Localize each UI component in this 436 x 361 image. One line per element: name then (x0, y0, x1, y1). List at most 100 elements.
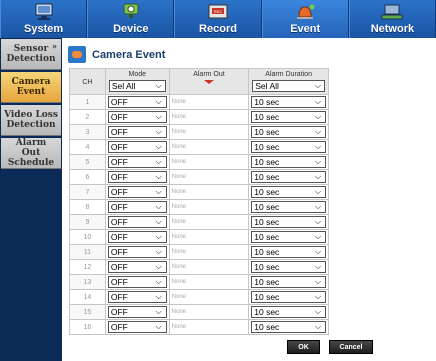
duration-select[interactable]: 10 sec ⌵ (251, 186, 326, 198)
alarm-out-cell[interactable]: None (168, 274, 250, 290)
mode-select[interactable]: OFF ⌵ (107, 246, 167, 258)
duration-select[interactable]: 10 sec ⌵ (251, 156, 326, 168)
channel-number: 5 (69, 154, 106, 170)
table-row: 16 OFF ⌵ None 10 sec ⌵ (69, 319, 329, 335)
mode-select-all[interactable]: Sel All ⌵ (108, 80, 166, 92)
duration-select[interactable]: 10 sec ⌵ (251, 216, 326, 228)
column-header-mode: Mode Sel All ⌵ (104, 68, 170, 95)
alarm-out-cell[interactable]: None (168, 184, 250, 200)
duration-value: 10 sec (254, 157, 280, 167)
alarm-out-cell[interactable]: None (168, 229, 250, 245)
channel-number: 2 (69, 109, 106, 125)
tab-event[interactable]: Event (261, 0, 349, 38)
chevron-down-icon: ⌵ (155, 127, 162, 136)
sidebar-item-video-loss-detection[interactable]: Video Loss Detection (1, 105, 61, 136)
alarm-out-cell[interactable]: None (168, 304, 250, 320)
chevron-down-icon: ⌵ (314, 81, 322, 90)
mode-select[interactable]: OFF ⌵ (107, 156, 167, 168)
mode-value: OFF (110, 187, 128, 197)
chevron-down-icon: ⌵ (315, 142, 322, 151)
mode-select[interactable]: OFF ⌵ (107, 306, 167, 318)
mode-select[interactable]: OFF ⌵ (107, 231, 167, 243)
duration-select[interactable]: 10 sec ⌵ (251, 171, 326, 183)
mode-select[interactable]: OFF ⌵ (107, 96, 167, 108)
sidebar-item-label: Video Loss Detection (4, 110, 58, 130)
duration-select[interactable]: 10 sec ⌵ (251, 126, 326, 138)
chevron-down-icon: ⌵ (315, 97, 322, 106)
channel-number: 3 (69, 124, 106, 140)
sidebar-item-label: Alarm Out Schedule (7, 138, 55, 168)
duration-select[interactable]: 10 sec ⌵ (251, 231, 326, 243)
duration-select[interactable]: 10 sec ⌵ (251, 276, 326, 288)
chevron-down-icon: ⌵ (155, 322, 162, 331)
mode-select[interactable]: OFF ⌵ (107, 171, 167, 183)
duration-select[interactable]: 10 sec ⌵ (251, 321, 326, 333)
mode-select[interactable]: OFF ⌵ (107, 126, 167, 138)
tab-record[interactable]: REC Record (174, 0, 262, 38)
mode-header-label: Mode (128, 71, 146, 78)
collapse-icon[interactable]: » (52, 41, 57, 51)
table-row: 10 OFF ⌵ None 10 sec ⌵ (69, 229, 329, 245)
duration-select[interactable]: 10 sec ⌵ (251, 306, 326, 318)
alarm-out-cell[interactable]: None (168, 124, 250, 140)
ok-button[interactable]: OK (287, 340, 320, 354)
mode-value: OFF (110, 307, 128, 317)
chevron-down-icon: ⌵ (315, 157, 322, 166)
alarm-out-cell[interactable]: None (168, 169, 250, 185)
alarm-out-cell[interactable]: None (168, 289, 250, 305)
sidebar-item-alarm-out-schedule[interactable]: Alarm Out Schedule (1, 138, 61, 169)
duration-select-all[interactable]: Sel All ⌵ (252, 80, 325, 92)
ch-header-label: CH (82, 79, 93, 86)
duration-select[interactable]: 10 sec ⌵ (251, 141, 326, 153)
sidebar-item-camera-event[interactable]: Camera Event (1, 72, 61, 103)
table-row: 2 OFF ⌵ None 10 sec ⌵ (69, 109, 329, 125)
alarm-out-dropdown-icon[interactable] (203, 80, 214, 84)
alarm-out-cell[interactable]: None (168, 109, 250, 125)
duration-select[interactable]: 10 sec ⌵ (251, 246, 326, 258)
tab-system[interactable]: System (0, 0, 88, 38)
duration-cell: 10 sec ⌵ (248, 274, 329, 290)
alarm-out-cell[interactable]: None (168, 259, 250, 275)
tab-network[interactable]: Network (348, 0, 436, 38)
duration-select[interactable]: 10 sec ⌵ (251, 261, 326, 273)
duration-value: 10 sec (254, 262, 280, 272)
mode-select[interactable]: OFF ⌵ (107, 291, 167, 303)
duration-select[interactable]: 10 sec ⌵ (251, 111, 326, 123)
mode-value: OFF (110, 232, 128, 242)
table-row: 13 OFF ⌵ None 10 sec ⌵ (69, 274, 329, 290)
duration-cell: 10 sec ⌵ (248, 139, 329, 155)
mode-select[interactable]: OFF ⌵ (107, 216, 167, 228)
alarm-out-cell[interactable]: None (168, 139, 250, 155)
channel-number: 14 (69, 289, 106, 305)
mode-value: OFF (110, 202, 128, 212)
duration-select[interactable]: 10 sec ⌵ (251, 201, 326, 213)
duration-cell: 10 sec ⌵ (248, 109, 329, 125)
mode-cell: OFF ⌵ (104, 184, 170, 200)
chevron-down-icon: ⌵ (315, 247, 322, 256)
sidebar-item-sensor-detection[interactable]: Sensor Detection » (1, 39, 61, 70)
mode-cell: OFF ⌵ (104, 259, 170, 275)
mode-value: OFF (110, 157, 128, 167)
duration-select[interactable]: 10 sec ⌵ (251, 96, 326, 108)
alarm-out-cell[interactable]: None (168, 94, 250, 110)
mode-select[interactable]: OFF ⌵ (107, 111, 167, 123)
alarm-out-cell[interactable]: None (168, 154, 250, 170)
mode-select[interactable]: OFF ⌵ (107, 186, 167, 198)
mode-select[interactable]: OFF ⌵ (107, 276, 167, 288)
cancel-button[interactable]: Cancel (329, 340, 373, 354)
mode-select[interactable]: OFF ⌵ (107, 201, 167, 213)
mode-value: OFF (110, 262, 128, 272)
alarm-out-cell[interactable]: None (168, 199, 250, 215)
chevron-down-icon: ⌵ (155, 142, 162, 151)
mode-select[interactable]: OFF ⌵ (107, 261, 167, 273)
alarm-out-cell[interactable]: None (168, 319, 250, 335)
alarm-out-cell[interactable]: None (168, 214, 250, 230)
mode-select-all-value: Sel All (111, 81, 136, 91)
mode-select[interactable]: OFF ⌵ (107, 321, 167, 333)
alarm-out-cell[interactable]: None (168, 244, 250, 260)
tab-device[interactable]: Device (87, 0, 175, 38)
duration-select[interactable]: 10 sec ⌵ (251, 291, 326, 303)
mode-select[interactable]: OFF ⌵ (107, 141, 167, 153)
top-navigation: System Device REC Record Event Network (0, 0, 436, 38)
mode-cell: OFF ⌵ (104, 304, 170, 320)
